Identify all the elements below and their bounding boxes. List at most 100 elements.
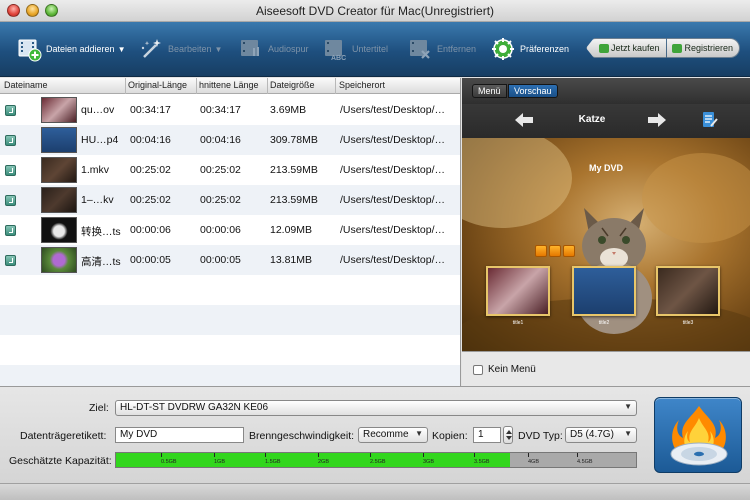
table-header: Dateiname Original-Länge hnittene Länge … <box>0 78 460 94</box>
capacity-tick: 2.5GB <box>370 453 386 465</box>
file-name: qu…ov <box>81 104 115 116</box>
table-row[interactable]: qu…ov 00:34:17 00:34:17 3.69MB /Users/te… <box>0 95 460 125</box>
main-toolbar: Dateien addieren ▼ Bearbeiten ▼ Audiospu… <box>0 22 750 77</box>
capacity-tick: 4.5GB <box>577 453 593 465</box>
skip-next-icon[interactable] <box>563 245 575 257</box>
remove-label: Entfernen <box>437 44 477 54</box>
register-button[interactable]: Registrieren <box>666 38 741 58</box>
table-row[interactable]: HU…p4 00:04:16 00:04:16 309.78MB /Users/… <box>0 125 460 155</box>
dvd-type-value: D5 (4.7G) <box>570 429 614 440</box>
no-menu-checkbox[interactable] <box>473 365 483 375</box>
arrow-left-icon[interactable] <box>514 112 534 128</box>
edit-template-icon[interactable] <box>702 111 718 129</box>
trimmed-length: 00:34:17 <box>200 104 241 116</box>
col-header-trimmed-length[interactable]: hnittene Länge <box>199 80 267 90</box>
dvd-type-select[interactable]: D5 (4.7G) ▼ <box>565 427 637 443</box>
thumbnail <box>41 217 77 243</box>
subtitle-label: Untertitel <box>352 44 389 54</box>
dvd-type-label: DVD Typ: <box>518 430 563 442</box>
trimmed-length: 00:00:06 <box>200 224 241 236</box>
volume-label-input[interactable]: My DVD <box>115 427 244 443</box>
trimmed-length: 00:25:02 <box>200 194 241 206</box>
col-header-filename[interactable]: Dateiname <box>4 80 124 90</box>
file-name: 1.mkv <box>81 164 110 176</box>
row-checkbox[interactable] <box>5 165 16 176</box>
col-header-location[interactable]: Speicherort <box>339 80 459 90</box>
title-bar: Aiseesoft DVD Creator für Mac(Unregistri… <box>0 0 750 22</box>
row-checkbox[interactable] <box>5 105 16 116</box>
menu-playback-buttons <box>535 245 575 257</box>
tab-preview[interactable]: Vorschau <box>508 84 558 98</box>
magic-wand-icon <box>141 39 161 58</box>
capacity-label: Geschätzte Kapazität: <box>9 455 112 467</box>
file-name: 1–…kv <box>81 194 114 206</box>
svg-text:ABC: ABC <box>331 55 346 62</box>
film-audio-icon <box>241 40 259 56</box>
burn-button[interactable] <box>654 397 742 473</box>
chapter-thumbnail-2[interactable] <box>572 266 636 316</box>
row-checkbox[interactable] <box>5 255 16 266</box>
row-checkbox[interactable] <box>5 135 16 146</box>
key-icon <box>671 44 682 53</box>
chapter-thumbnail-1[interactable] <box>486 266 550 316</box>
app-window: Aiseesoft DVD Creator für Mac(Unregistri… <box>0 0 750 500</box>
copies-input[interactable]: 1 <box>473 427 501 443</box>
tab-menu[interactable]: Menü <box>472 84 507 98</box>
file-location: /Users/test/Desktop/… <box>340 164 446 176</box>
thumbnail <box>41 127 77 153</box>
file-name: 转换…ts <box>81 226 121 238</box>
no-menu-label: Kein Menü <box>488 364 536 375</box>
col-header-original-length[interactable]: Original-Länge <box>128 80 196 90</box>
chevron-down-icon: ▼ <box>624 429 632 438</box>
file-size: 213.59MB <box>270 164 318 176</box>
edit-button[interactable]: Bearbeiten ▼ <box>138 34 222 64</box>
chapter-caption: title1 <box>512 320 524 326</box>
edit-label: Bearbeiten <box>168 44 212 54</box>
cart-icon <box>599 44 609 53</box>
capacity-bar: 0.5GB 1GB 1.5GB 2GB 2.5GB 3GB 3.5GB 4GB … <box>115 452 637 468</box>
fast-forward-icon[interactable] <box>549 245 561 257</box>
original-length: 00:00:06 <box>130 224 171 236</box>
burn-speed-select[interactable]: Recomme ▼ <box>358 427 428 443</box>
capacity-tick: 1.5GB <box>265 453 281 465</box>
status-strip <box>0 483 750 500</box>
row-checkbox[interactable] <box>5 195 16 206</box>
table-row[interactable]: 高清…ts 00:00:05 00:00:05 13.81MB /Users/t… <box>0 245 460 275</box>
add-files-button[interactable]: Dateien addieren ▼ <box>16 34 125 64</box>
audio-track-button[interactable]: Audiospur <box>238 34 309 64</box>
preview-tabs: Menü Vorschau <box>462 78 750 104</box>
file-location: /Users/test/Desktop/… <box>340 254 446 266</box>
original-length: 00:25:02 <box>130 194 171 206</box>
table-row[interactable]: 1.mkv 00:25:02 00:25:02 213.59MB /Users/… <box>0 155 460 185</box>
play-icon[interactable] <box>535 245 547 257</box>
register-label: Registrieren <box>684 43 734 53</box>
row-checkbox[interactable] <box>5 225 16 236</box>
thumbnail <box>41 157 77 183</box>
buy-now-button[interactable]: Jetzt kaufen <box>586 38 667 58</box>
chevron-down-icon: ▼ <box>214 44 223 54</box>
file-list: Dateiname Original-Länge hnittene Länge … <box>0 78 461 386</box>
original-length: 00:00:05 <box>130 254 171 266</box>
trimmed-length: 00:04:16 <box>200 134 241 146</box>
preferences-button[interactable]: Präferenzen <box>490 34 569 64</box>
col-header-filesize[interactable]: Dateigröße <box>270 80 334 90</box>
target-drive-select[interactable]: HL-DT-ST DVDRW GA32N KE06 ▼ <box>115 400 637 416</box>
original-length: 00:25:02 <box>130 164 171 176</box>
capacity-tick: 1GB <box>214 453 226 465</box>
arrow-right-icon[interactable] <box>647 112 667 128</box>
subtitle-button[interactable]: ABC Untertitel <box>322 34 388 64</box>
audio-track-label: Audiospur <box>268 44 309 54</box>
chevron-down-icon: ▼ <box>624 402 632 411</box>
add-files-label: Dateien addieren <box>46 44 115 54</box>
table-row[interactable]: 转换…ts 00:00:06 00:00:06 12.09MB /Users/t… <box>0 215 460 245</box>
burning-disc-icon <box>670 406 728 466</box>
copies-stepper[interactable] <box>503 426 513 444</box>
trimmed-length: 00:00:05 <box>200 254 241 266</box>
capacity-tick: 3GB <box>423 453 435 465</box>
table-row[interactable]: 1–…kv 00:25:02 00:25:02 213.59MB /Users/… <box>0 185 460 215</box>
empty-row <box>0 335 460 365</box>
remove-button[interactable]: Entfernen <box>407 34 476 64</box>
film-add-icon <box>18 39 42 62</box>
file-location: /Users/test/Desktop/… <box>340 134 446 146</box>
chapter-thumbnail-3[interactable] <box>656 266 720 316</box>
